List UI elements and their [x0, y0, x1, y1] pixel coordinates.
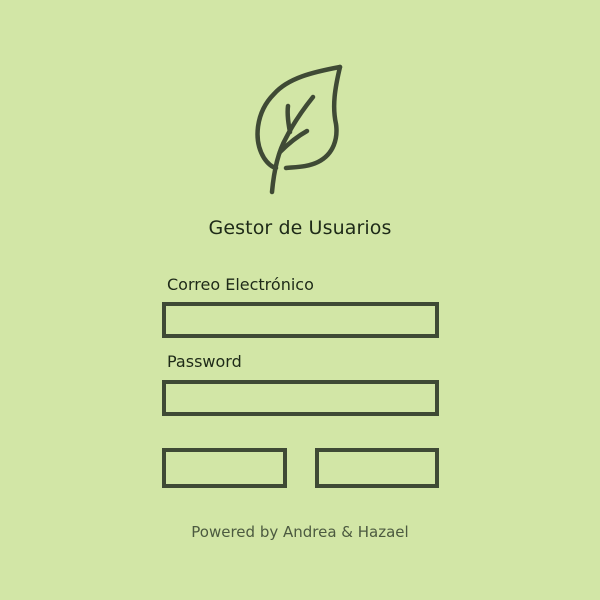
password-label: Password — [167, 352, 242, 371]
email-label: Correo Electrónico — [167, 275, 314, 294]
register-button[interactable] — [315, 448, 439, 488]
email-field[interactable] — [162, 302, 439, 338]
password-field[interactable] — [162, 380, 439, 416]
login-button[interactable] — [162, 448, 287, 488]
app-title: Gestor de Usuarios — [208, 217, 392, 239]
leaf-icon — [255, 64, 343, 195]
login-screen: Gestor de Usuarios Correo Electrónico Pa… — [0, 0, 600, 600]
footer-credit: Powered by Andrea & Hazael — [191, 523, 409, 541]
